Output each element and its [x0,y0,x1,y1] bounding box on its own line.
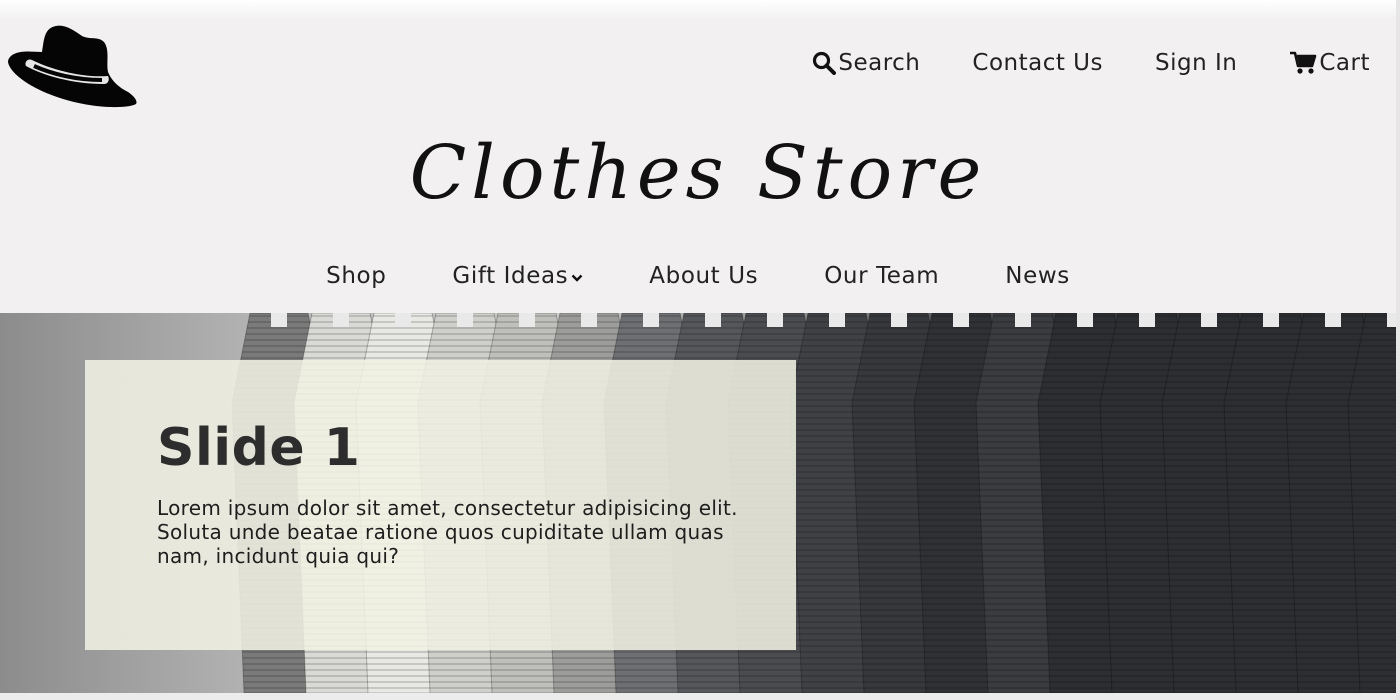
cart-icon [1290,51,1317,74]
search-label: Search [838,50,921,76]
nav-item-our-team[interactable]: Our Team [824,263,939,289]
search-link[interactable]: Search [812,50,920,76]
nav-item-news-label: News [1005,263,1070,289]
nav-item-our-team-label: Our Team [824,263,940,289]
nav-item-shop[interactable]: Shop [326,263,386,289]
site-header: Search Contact Us Sign In Cart Clothes S… [0,18,1396,313]
nav-item-news[interactable]: News [1005,263,1070,289]
brand-title[interactable]: Clothes Store [0,130,1396,216]
slide-caption-box: Slide 1 Lorem ipsum dolor sit amet, cons… [85,360,796,650]
nav-item-gift-ideas[interactable]: Gift Ideas [452,263,583,289]
nav-item-gift-ideas-label: Gift Ideas [452,263,569,289]
slide-text: Lorem ipsum dolor sit amet, consectetur … [157,496,738,568]
cart-link[interactable]: Cart [1289,50,1370,76]
sign-in-link[interactable]: Sign In [1155,50,1237,76]
top-strip [0,0,1400,18]
cart-label: Cart [1319,50,1370,76]
scrollbar-edge [1396,0,1400,700]
hero-slider: Slide 1 Lorem ipsum dolor sit amet, cons… [0,313,1396,693]
contact-us-link[interactable]: Contact Us [972,50,1103,76]
nav-item-about-us-label: About Us [649,263,759,289]
nav-item-about-us[interactable]: About Us [649,263,758,289]
slide-title: Slide 1 [157,418,361,478]
bottom-strip [0,693,1400,700]
main-navigation: Shop Gift Ideas About Us Our Team News [0,263,1396,289]
search-icon [813,51,837,75]
contact-us-label: Contact Us [972,50,1104,76]
top-navigation: Search Contact Us Sign In Cart [812,50,1370,76]
sign-in-label: Sign In [1155,50,1238,76]
chevron-down-icon [571,274,583,282]
nav-item-shop-label: Shop [326,263,387,289]
cowboy-hat-icon[interactable] [4,22,140,108]
